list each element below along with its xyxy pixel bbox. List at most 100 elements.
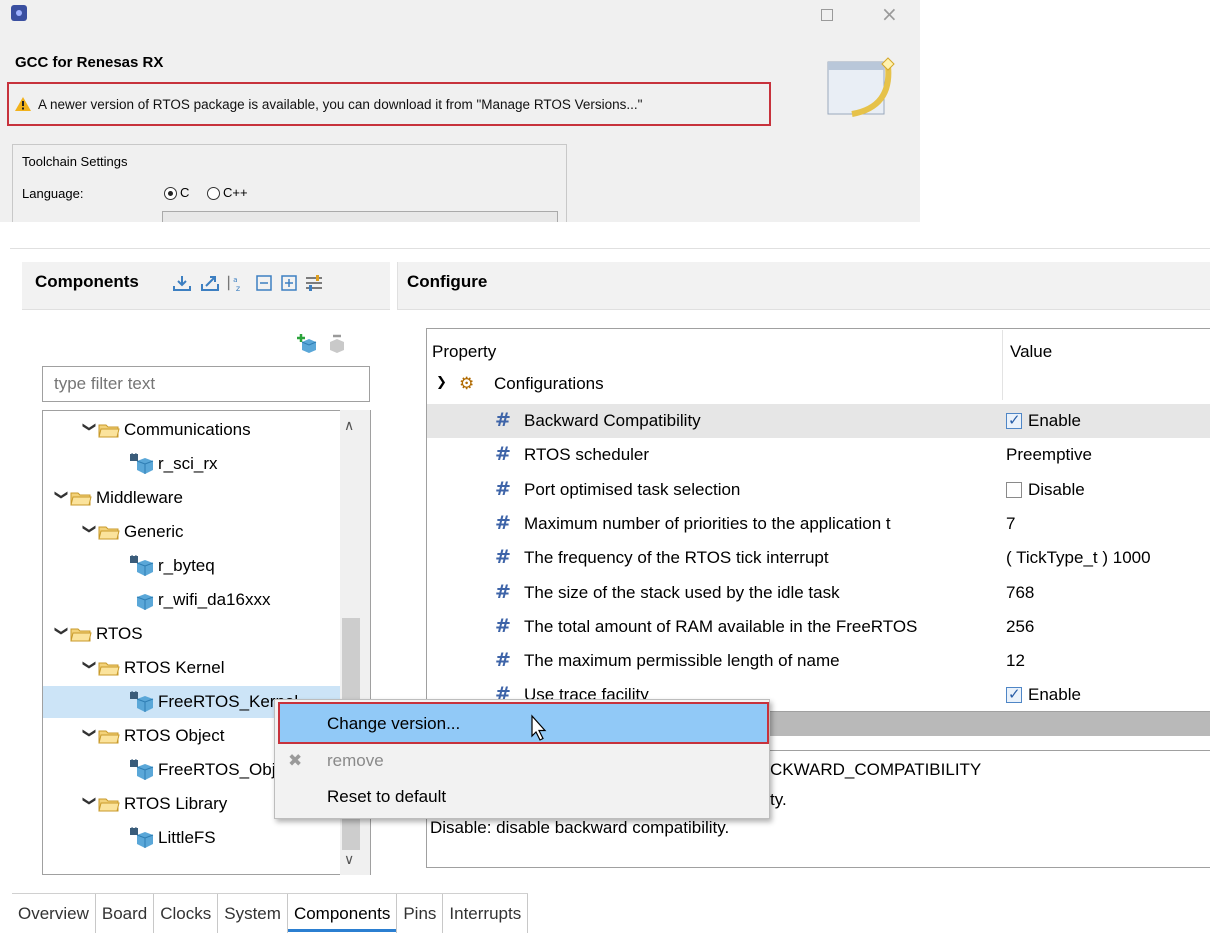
configurations-group[interactable]: Configurations (494, 374, 604, 394)
property-name: Maximum number of priorities to the appl… (524, 513, 891, 533)
property-row[interactable]: # The maximum permissible length of name 1… (427, 644, 1210, 678)
locked-component-icon (130, 827, 154, 849)
property-value[interactable]: Enable (1006, 411, 1081, 431)
value-column-header: Value (1010, 342, 1053, 361)
property-column-header: Property (432, 342, 497, 361)
maximize-icon[interactable] (821, 9, 833, 21)
property-value[interactable]: 12 (1006, 651, 1025, 671)
column-divider (1002, 330, 1003, 400)
tab-overview[interactable]: Overview (12, 894, 96, 933)
folder-icon (98, 423, 120, 438)
app-icon (11, 5, 27, 21)
radio-c-label: C (180, 185, 190, 200)
radio-cpp[interactable] (207, 187, 220, 200)
tree-folder[interactable]: ❯ RTOS Object (80, 720, 225, 752)
property-name: RTOS scheduler (524, 445, 650, 465)
chevron-down-icon[interactable]: ❯ (82, 523, 97, 541)
tree-folder[interactable]: ❯ RTOS (52, 618, 143, 650)
toolchain-select[interactable] (162, 211, 558, 222)
sort-alpha-icon[interactable]: az (225, 273, 245, 293)
property-value[interactable]: 256 (1006, 617, 1034, 637)
property-value[interactable]: Preemptive (1006, 445, 1092, 465)
tree-component[interactable]: r_wifi_da16xxx (130, 584, 270, 616)
scroll-up-icon[interactable]: ∧ (344, 418, 354, 434)
property-value-text: 7 (1006, 513, 1016, 533)
folder-icon (98, 729, 120, 744)
configure-title: Configure (407, 272, 488, 291)
property-value-text: Enable (1028, 685, 1081, 705)
tree-folder[interactable]: ❯ RTOS Library (80, 788, 228, 820)
property-value[interactable]: 768 (1006, 583, 1034, 603)
property-value-text: Preemptive (1006, 445, 1092, 465)
tab-board[interactable]: Board (95, 894, 155, 933)
checkbox[interactable] (1006, 411, 1022, 429)
chevron-down-icon[interactable]: ❯ (436, 375, 447, 390)
folder-icon (70, 491, 92, 506)
chevron-down-icon[interactable]: ❯ (54, 625, 69, 643)
import-icon[interactable] (172, 273, 192, 293)
radio-cpp-label: C++ (223, 185, 248, 200)
chevron-down-icon[interactable]: ❯ (82, 421, 97, 439)
tree-item-label: LittleFS (158, 828, 216, 847)
property-row[interactable]: # Maximum number of priorities to the app… (427, 507, 1210, 541)
change-version-label: Change version... (327, 714, 461, 733)
property-row[interactable]: # RTOS scheduler Preemptive (427, 438, 1210, 472)
tab-pins[interactable]: Pins (397, 894, 444, 933)
close-icon[interactable]: × (881, 2, 898, 26)
checkbox[interactable] (1006, 685, 1022, 704)
svg-text:z: z (236, 283, 240, 293)
filter-input[interactable] (42, 366, 370, 402)
checkbox[interactable] (1006, 481, 1022, 498)
reset-to-default-menu-item[interactable]: Reset to default (327, 787, 446, 807)
expand-all-icon[interactable] (279, 273, 299, 293)
filter-settings-icon[interactable] (304, 273, 324, 293)
property-value-text: Disable (1028, 479, 1085, 499)
tree-folder[interactable]: ❯ Generic (80, 516, 184, 548)
tab-interrupts[interactable]: Interrupts (443, 894, 529, 933)
property-row[interactable]: # The total amount of RAM available in th… (427, 610, 1210, 644)
chevron-down-icon[interactable]: ❯ (54, 489, 69, 507)
chevron-down-icon[interactable]: ❯ (82, 795, 97, 813)
hash-icon: # (495, 649, 511, 672)
property-value[interactable]: Enable (1006, 685, 1081, 705)
tree-folder[interactable]: ❯ Communications (80, 414, 251, 446)
tree-component[interactable]: FreeRTOS_Object (130, 754, 298, 786)
chevron-down-icon[interactable]: ❯ (82, 659, 97, 677)
chevron-down-icon[interactable]: ❯ (82, 727, 97, 745)
tree-folder[interactable]: ❯ RTOS Kernel (80, 652, 225, 684)
tab-system[interactable]: System (218, 894, 288, 933)
tree-component[interactable]: LittleFS (130, 822, 216, 854)
property-row[interactable]: # The size of the stack used by the idle … (427, 576, 1210, 610)
radio-c[interactable] (164, 187, 177, 200)
tree-component[interactable]: r_byteq (130, 550, 215, 582)
tree-item-label: RTOS Library (124, 794, 228, 813)
project-wizard-dialog: × GCC for Renesas RX A newer version of … (0, 0, 920, 222)
mouse-cursor-icon (524, 714, 548, 748)
add-component-icon[interactable] (297, 332, 319, 354)
remove-menu-item[interactable]: remove (327, 751, 384, 771)
property-name: The frequency of the RTOS tick interrupt (524, 548, 829, 568)
property-row[interactable]: # Backward Compatibility Enable (427, 404, 1210, 438)
property-value[interactable]: 7 (1006, 514, 1015, 534)
property-value[interactable]: ( TickType_t ) 1000 (1006, 548, 1151, 568)
collapse-all-icon[interactable] (254, 273, 274, 293)
tree-item-label: Generic (124, 522, 184, 541)
remove-component-icon[interactable] (325, 332, 347, 354)
gear-icon: ⚙ (459, 374, 475, 394)
scroll-down-icon[interactable]: ∨ (344, 852, 354, 868)
property-name: The total amount of RAM available in the… (524, 616, 918, 636)
property-row[interactable]: # Port optimised task selection Disable (427, 473, 1210, 507)
export-icon[interactable] (200, 273, 220, 293)
property-value-text: Enable (1028, 411, 1081, 430)
property-value[interactable]: Disable (1006, 480, 1085, 500)
property-row[interactable]: # The frequency of the RTOS tick interrup… (427, 541, 1210, 575)
tree-folder[interactable]: ❯ Middleware (52, 482, 183, 514)
hash-icon: # (495, 443, 511, 466)
tree-item-label: RTOS Kernel (124, 658, 225, 677)
property-name: The maximum permissible length of name (524, 651, 840, 671)
tab-components[interactable]: Components (287, 894, 398, 933)
tab-clocks[interactable]: Clocks (154, 894, 219, 933)
component-icon (130, 589, 154, 611)
tree-component[interactable]: r_sci_rx (130, 448, 218, 480)
remove-icon: ✖ (288, 751, 303, 771)
